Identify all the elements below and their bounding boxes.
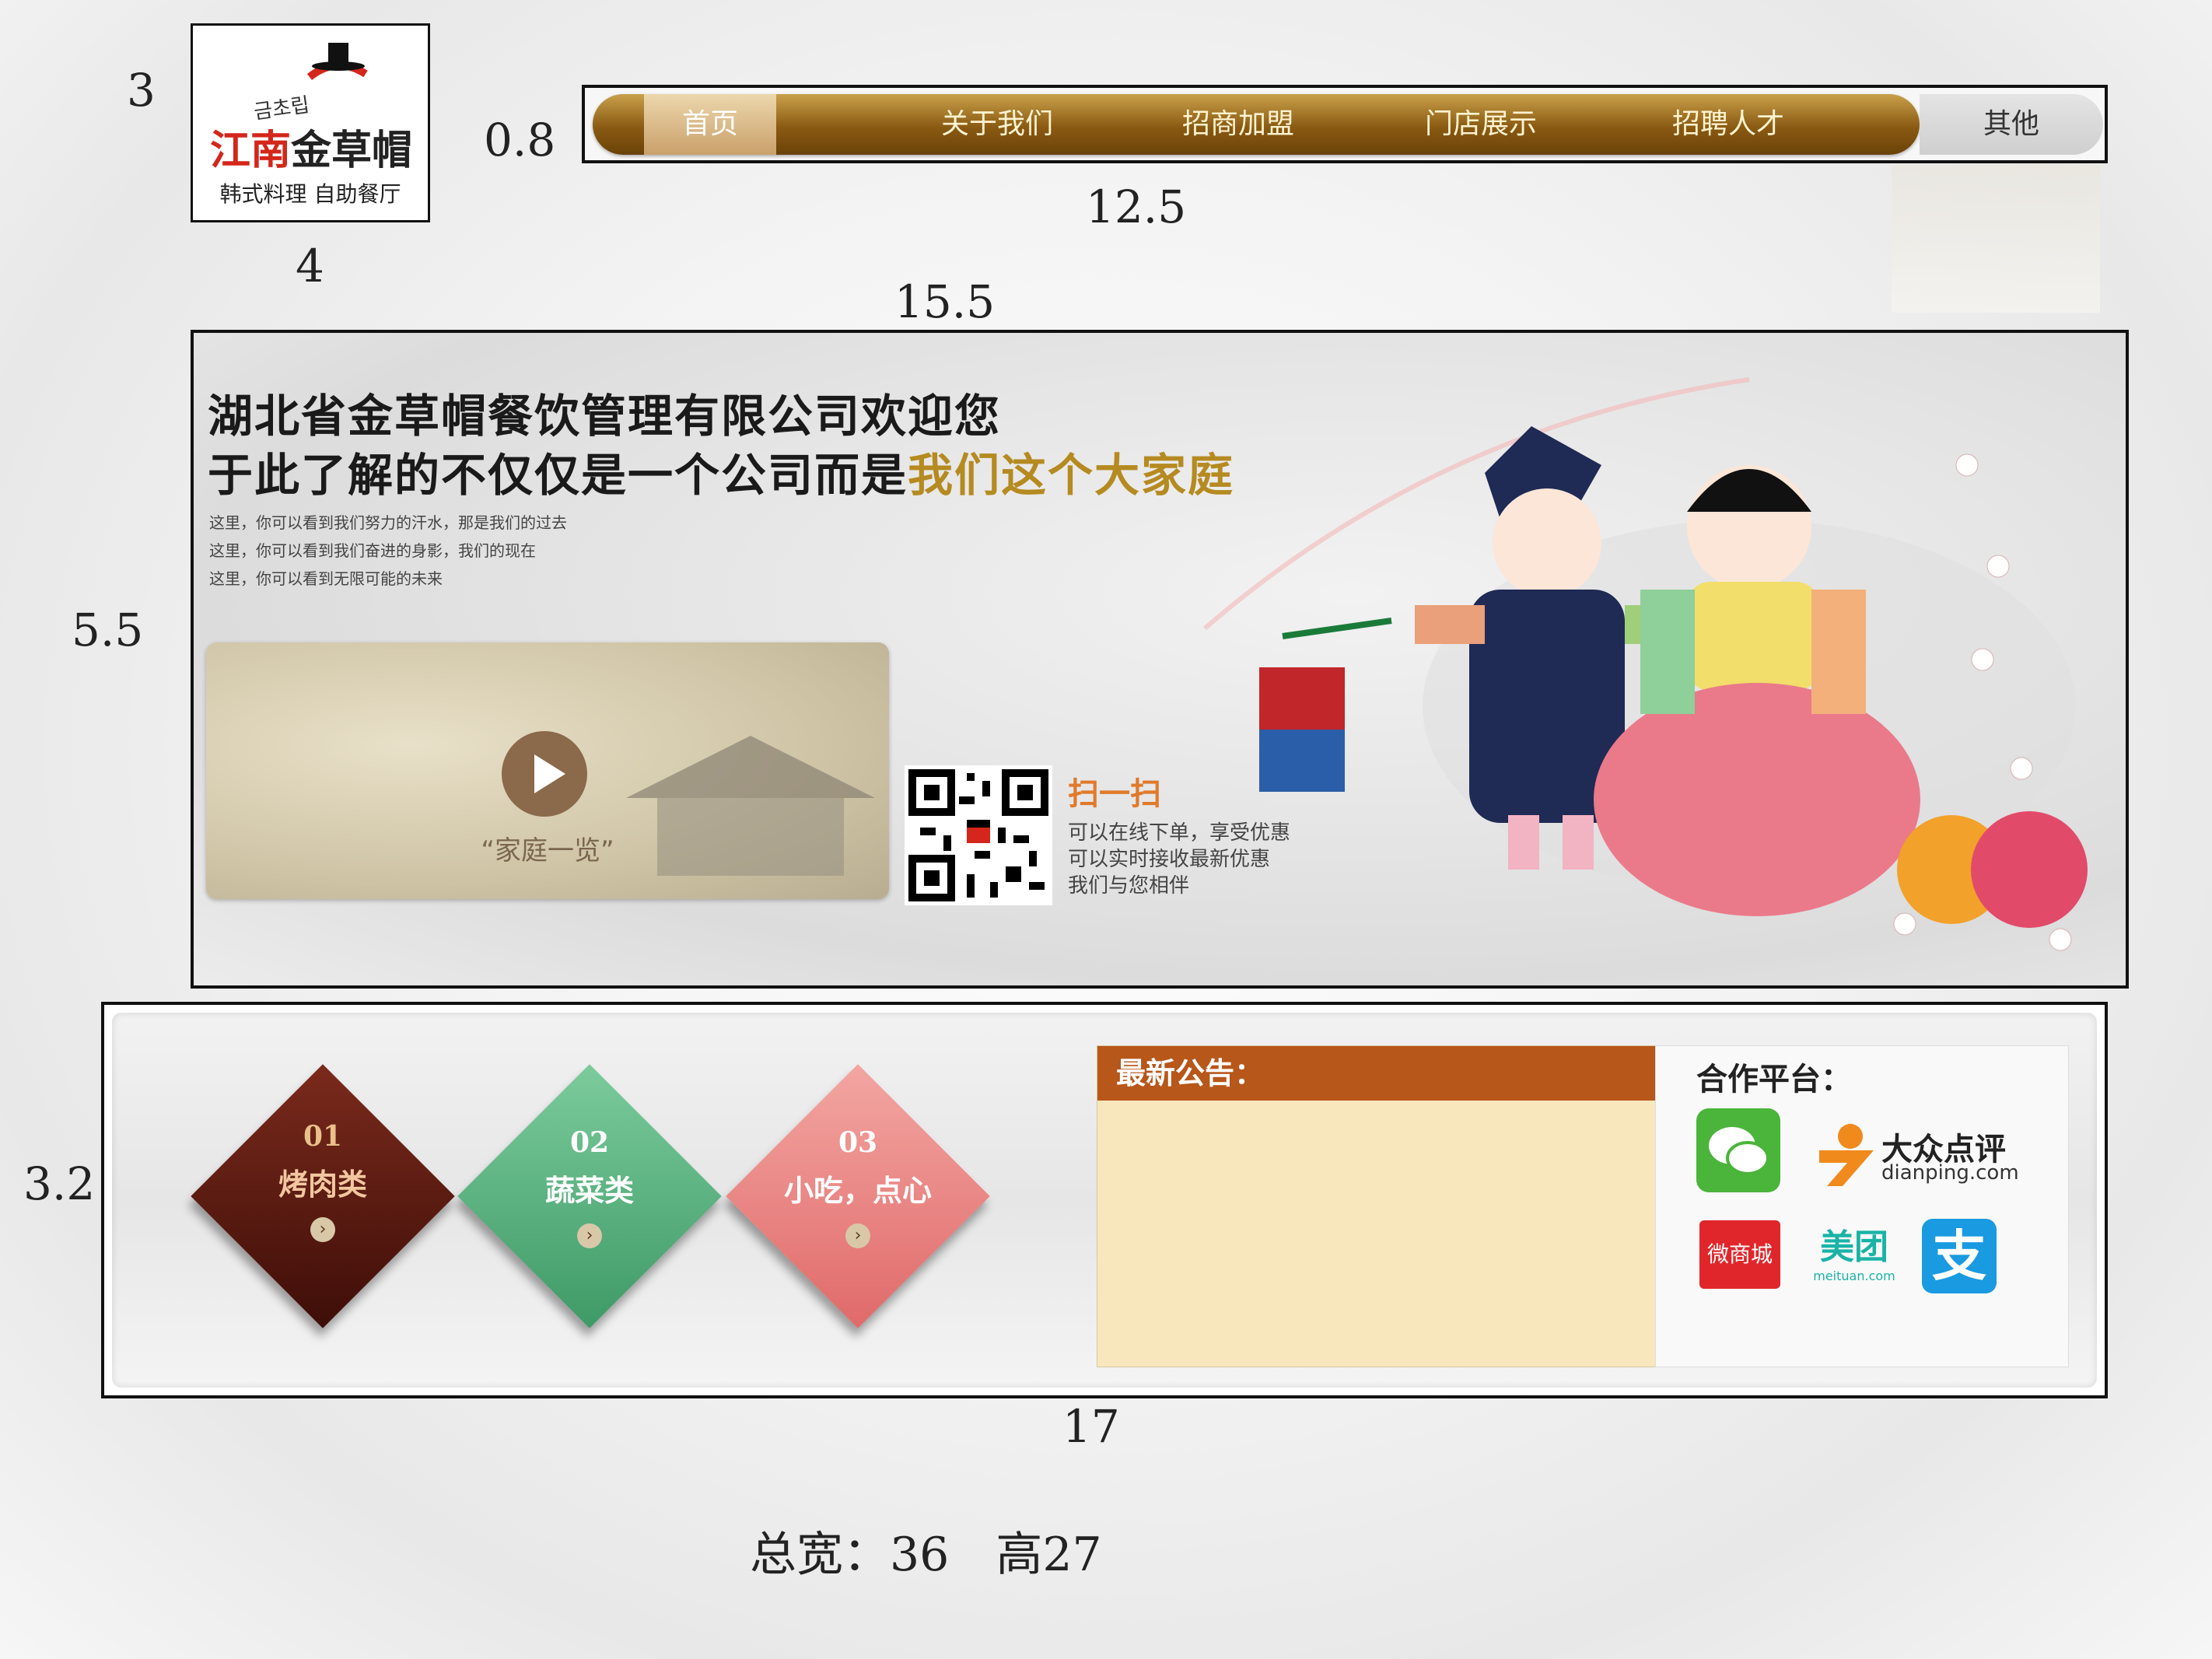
- annotation-total-size: 总宽：36 高27: [750, 1528, 1102, 1582]
- main-nav: 首页 关于我们 招商加盟 门店展示 招聘人才 其他: [582, 85, 2108, 163]
- site-logo[interactable]: 금초립 江南金草帽 韩式料理 自助餐厅: [191, 23, 430, 222]
- scan-line: 我们与您相伴: [1068, 874, 1190, 898]
- chevron-right-icon: ›: [577, 1223, 602, 1248]
- category-vegetable-label[interactable]: 02 蔬菜类 ›: [496, 1126, 683, 1248]
- notice-title: 最新公告：: [1097, 1046, 1656, 1101]
- decorative-card: [1892, 165, 2100, 313]
- nav-item-about[interactable]: 关于我们: [912, 94, 1083, 155]
- nav-item-careers[interactable]: 招聘人才: [1643, 94, 1814, 155]
- nav-item-other[interactable]: 其他: [1920, 94, 2103, 155]
- meituan-icon[interactable]: 美团 meituan.com: [1811, 1219, 1897, 1283]
- partners-title: 合作平台：: [1696, 1062, 1852, 1097]
- alipay-icon[interactable]: 支: [1922, 1219, 1997, 1293]
- banner-desc-line: 这里，你可以看到我们奋进的身影，我们的现在: [209, 541, 536, 560]
- annotation-nav-gap: 0.8: [484, 114, 556, 166]
- nav-item-franchise[interactable]: 招商加盟: [1153, 94, 1324, 155]
- scan-line: 可以实时接收最新优惠: [1068, 848, 1271, 871]
- nav-item-stores[interactable]: 门店展示: [1395, 94, 1566, 155]
- banner-desc-line: 这里，你可以看到我们努力的汗水，那是我们的过去: [209, 513, 567, 532]
- annotation-logo-bottom: 4: [296, 240, 324, 292]
- weishangcheng-icon[interactable]: 微商城: [1699, 1220, 1780, 1289]
- hero-banner: 湖北省金草帽餐饮管理有限公司欢迎您 于此了解的不仅仅是一个公司而是我们这个大家庭…: [191, 330, 2129, 989]
- dianping-domain: dianping.com: [1881, 1161, 2019, 1185]
- category-bbq-label[interactable]: 01 烤肉类 ›: [229, 1120, 416, 1242]
- scan-title: 扫一扫: [1068, 776, 1161, 812]
- annotation-nav-width: 12.5: [1086, 180, 1187, 233]
- annotation-banner-height: 5.5: [72, 604, 144, 656]
- annotation-panel-height: 3.2: [23, 1157, 96, 1210]
- banner-desc-line: 这里，你可以看到无限可能的未来: [209, 569, 443, 588]
- logo-subtitle: 韩式料理 自助餐厅: [219, 181, 401, 207]
- video-label: “家庭一览”: [481, 835, 614, 866]
- logo-name: 江南金草帽: [210, 127, 413, 174]
- banner-subheadline: 于此了解的不仅仅是一个公司而是我们这个大家庭: [208, 449, 1235, 502]
- nav-bar: 首页 关于我们 招商加盟 门店展示 招聘人才: [593, 94, 1920, 155]
- category-snack-label[interactable]: 03 小吃，点心 ›: [765, 1126, 951, 1248]
- annotation-logo-left: 3: [127, 64, 156, 117]
- hat-icon: [306, 43, 368, 80]
- nav-item-home[interactable]: 首页: [644, 94, 776, 155]
- dianping-icon[interactable]: [1811, 1119, 1880, 1188]
- wechat-icon[interactable]: [1696, 1108, 1780, 1192]
- latest-notice: 最新公告：: [1097, 1045, 1657, 1367]
- video-player[interactable]: “家庭一览”: [206, 642, 889, 899]
- annotation-top-gap: 15.5: [894, 275, 996, 328]
- partner-platforms: 合作平台： 大众点评 dianping.com 微商城 美团 meituan.c…: [1655, 1045, 2069, 1367]
- scan-line: 可以在线下单，享受优惠: [1068, 821, 1291, 845]
- qr-code-icon: [905, 765, 1052, 905]
- lantern-illustration: [1259, 618, 1392, 792]
- play-button-icon[interactable]: [502, 731, 587, 817]
- banner-headline: 湖北省金草帽餐饮管理有限公司欢迎您: [208, 390, 1002, 443]
- chevron-right-icon: ›: [310, 1217, 335, 1242]
- chevron-right-icon: ›: [845, 1223, 870, 1248]
- annotation-panel-width: 17: [1062, 1400, 1120, 1453]
